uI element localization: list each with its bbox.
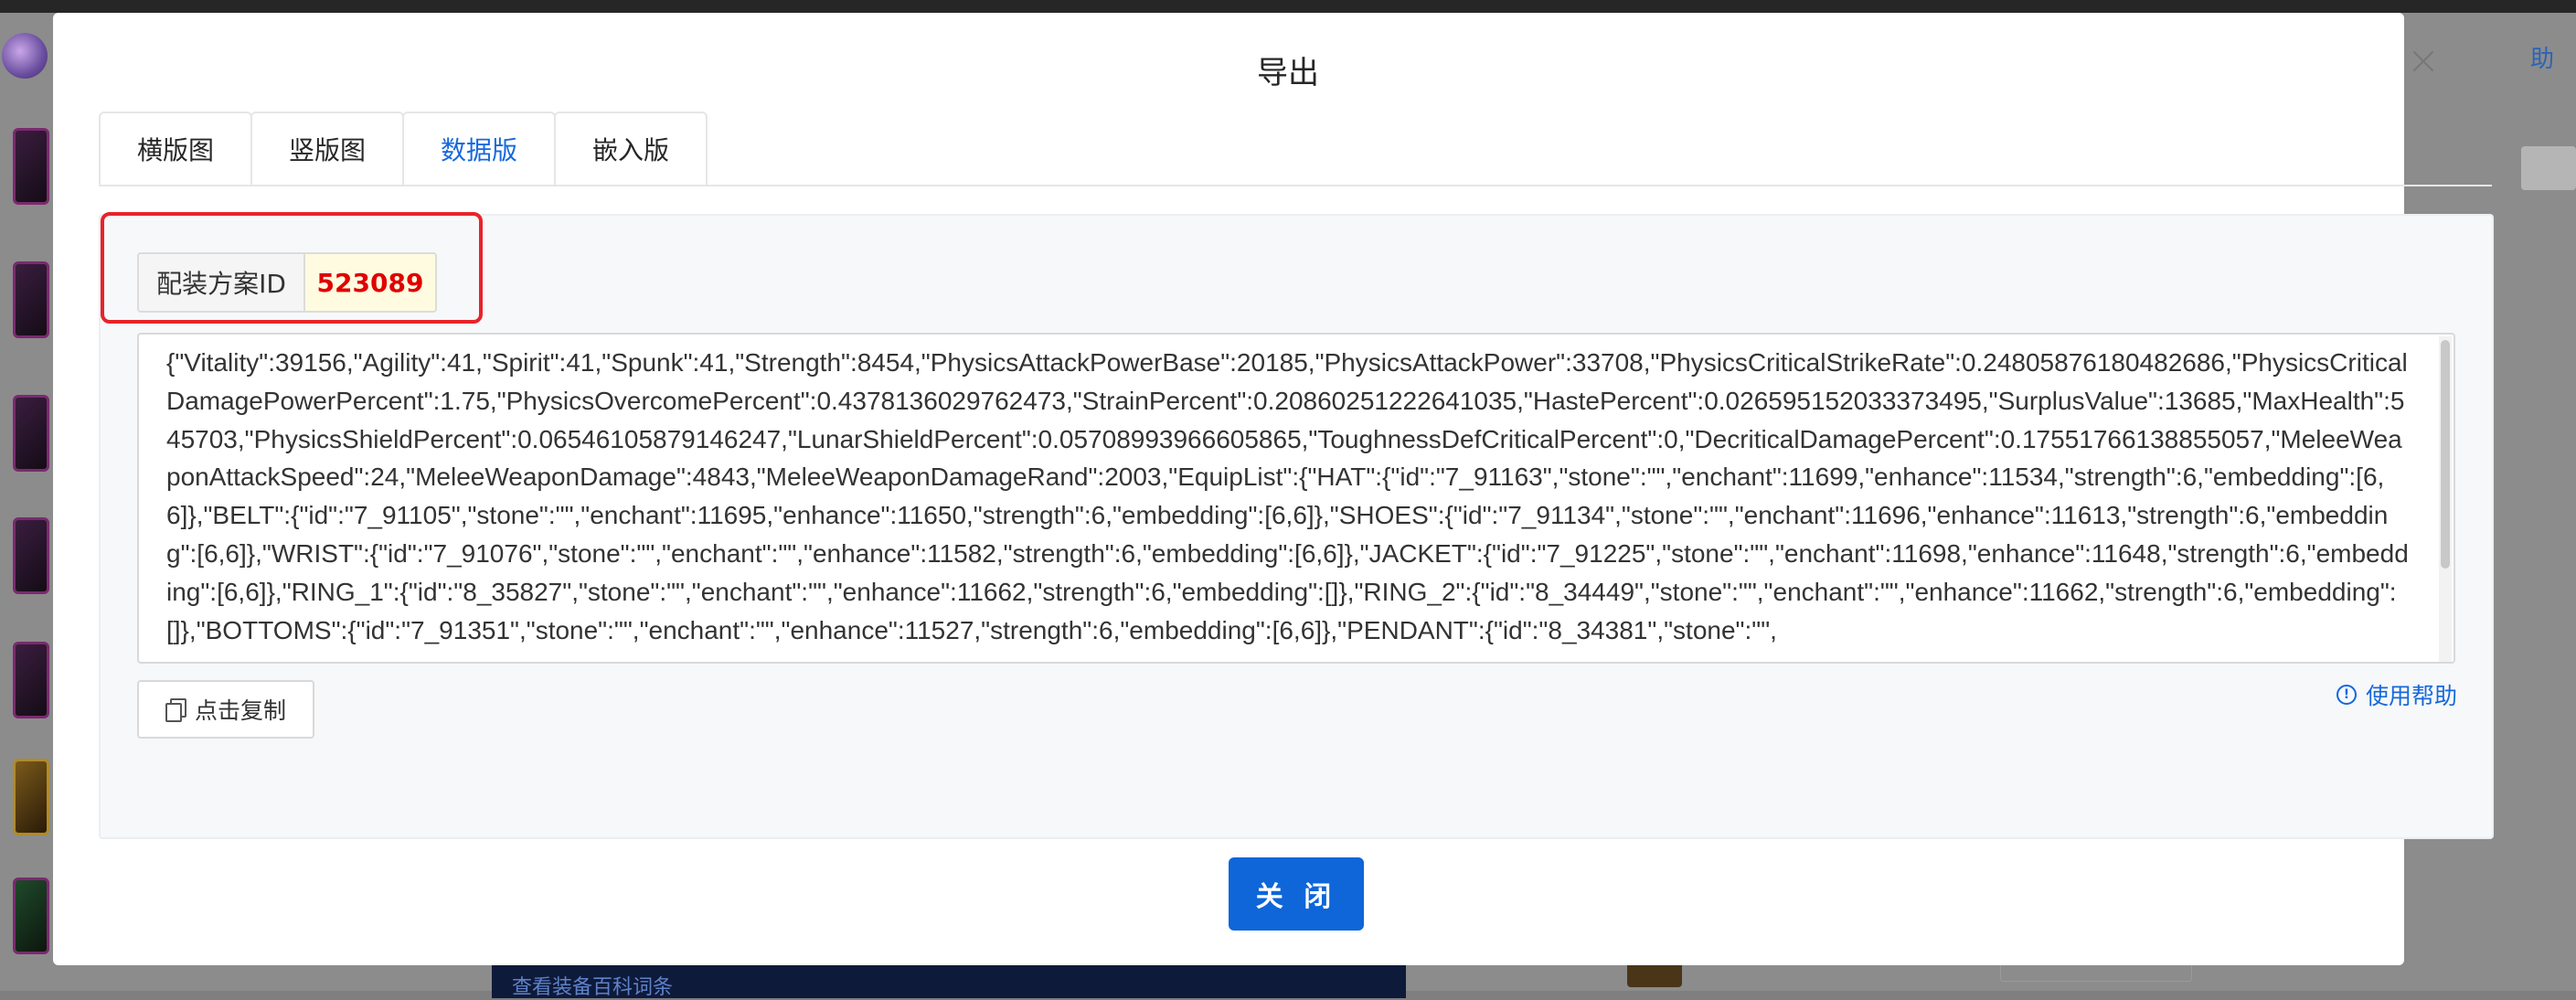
modal-title: 导出 (1257, 55, 1319, 91)
config-id-highlight-box (101, 212, 483, 324)
textarea-scrollbar[interactable] (2439, 336, 2452, 662)
data-json-text: {"Vitality":39156,"Agility":41,"Spirit":… (166, 348, 2409, 644)
close-icon[interactable] (2410, 48, 2437, 75)
copy-button[interactable]: 点击复制 (137, 680, 314, 739)
copy-icon (165, 698, 186, 722)
equipment-thumbnail (13, 261, 49, 338)
tab-data-version[interactable]: 数据版 (402, 112, 556, 186)
equipment-thumbnail (13, 128, 49, 205)
help-link-label: 使用帮助 (2366, 683, 2458, 709)
tab-embed-version[interactable]: 嵌入版 (554, 112, 708, 186)
background-button (2521, 146, 2576, 190)
copy-button-label: 点击复制 (194, 697, 286, 724)
equipment-thumbnail (13, 395, 49, 472)
close-button[interactable]: 关 闭 (1229, 857, 1364, 931)
equipment-thumbnail (13, 642, 49, 718)
equipment-thumbnail (13, 759, 49, 835)
tab-horizontal-image[interactable]: 横版图 (99, 112, 252, 186)
background-top-bar (0, 0, 2576, 13)
tab-divider (99, 185, 2492, 186)
equipment-thumbnail (13, 878, 49, 954)
scrollbar-thumb[interactable] (2441, 340, 2450, 569)
data-textarea[interactable]: {"Vitality":39156,"Agility":41,"Spirit":… (137, 333, 2455, 664)
background-wiki-link: 查看装备百科词条 (512, 976, 674, 999)
help-link[interactable]: ! 使用帮助 (2336, 680, 2457, 709)
equipment-thumbnail (13, 517, 49, 594)
tab-vertical-image[interactable]: 竖版图 (250, 112, 404, 186)
info-icon: ! (2336, 685, 2357, 705)
